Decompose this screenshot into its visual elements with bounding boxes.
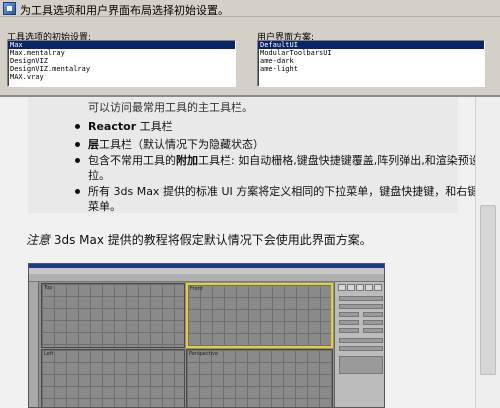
3dsmax-screenshot: Top Front Left Perspective [28,263,385,408]
cmd-tab-hierarchy [356,284,364,291]
clipped-text-line: 可以访问最常用工具的主工具栏。 [88,101,253,114]
bullet-dot-icon [75,123,80,129]
max-side-toolbar [29,282,39,407]
dialog-titlebar: 为工具选项和用户界面布局选择初始设置。 [0,0,500,17]
bullet-standard-ui-cont: 菜单。 [88,200,121,213]
tool-options-option[interactable]: DesignVIZ [8,57,235,65]
note-label: 注意 [26,233,51,247]
tool-options-listbox[interactable]: Max Max.mentalray DesignVIZ DesignVIZ.menta… [7,40,236,87]
max-command-panel [334,282,384,407]
ui-scheme-listbox[interactable]: DefaultUI ModularToolbarsUI ame-dark ame-li… [257,40,485,87]
tool-options-option[interactable]: DesignVIZ.mentalray [8,65,235,73]
cmd-row [339,296,383,301]
scroll-thumb[interactable] [480,205,496,375]
app-icon [3,2,16,15]
screen: 可以访问最常用工具的主工具栏。 Reactor 工具栏 层工具栏（默认情况下为隐… [0,0,500,408]
max-main-toolbar [29,274,384,282]
bullet-dot-icon [75,157,80,163]
viewport-top: Top [41,283,185,348]
bullet-dot-icon [75,141,80,147]
ui-scheme-option[interactable]: ame-dark [258,57,484,65]
cmd-tab-motion [365,284,373,291]
tool-options-option[interactable]: Max.mentalray [8,49,235,57]
note-line: 注意 3ds Max 提供的教程将假定默认情况下会使用此界面方案。 [26,231,372,248]
bullet-standard-ui: 所有 3ds Max 提供的标准 UI 方案将定义相同的下拉菜单，键盘快捷键，和… [75,183,500,199]
tool-options-option[interactable]: MAX.vray [8,73,235,81]
cmd-color-box [339,356,383,374]
ui-scheme-option[interactable]: DefaultUI [258,41,484,49]
document-page: 可以访问最常用工具的主工具栏。 Reactor 工具栏 层工具栏（默认情况下为隐… [0,97,500,408]
cmd-row [339,304,383,309]
cmd-row [363,312,383,317]
ui-scheme-option[interactable]: ame-light [258,65,484,73]
bullet-extras: 包含不常用工具的附加工具栏: 如自动栅格,键盘快捷键覆盖,阵列弹出,和渲染预设下 [75,152,491,168]
viewport-perspective: Perspective [186,349,333,407]
cmd-tab-display [374,284,382,291]
cmd-row [339,328,359,333]
bullet-reactor: Reactor 工具栏 [75,118,173,134]
ui-features-panel: 可以访问最常用工具的主工具栏。 Reactor 工具栏 层工具栏（默认情况下为隐… [28,97,500,213]
initial-settings-dialog: 为工具选项和用户界面布局选择初始设置。 工具选项的初始设置: Max Max.me… [0,0,500,97]
viewport-front: Front [186,283,333,348]
viewport-left: Left [41,349,185,407]
cmd-row [339,312,359,317]
note-text: 3ds Max 提供的教程将假定默认情况下会使用此界面方案。 [50,233,372,247]
bullet-extras-cont: 拉。 [88,169,110,182]
document-scrollbar[interactable] [475,97,500,408]
cmd-tab-modify [347,284,355,291]
dialog-title: 为工具选项和用户界面布局选择初始设置。 [20,4,229,17]
bullet-layer: 层工具栏（默认情况下为隐藏状态） [75,136,264,152]
cmd-row [363,320,383,325]
cmd-row [363,328,383,333]
cmd-tab-create [338,284,346,291]
ui-scheme-option[interactable]: ModularToolbarsUI [258,49,484,57]
cmd-row [339,320,359,325]
cmd-row [339,346,383,351]
cmd-row [339,338,383,343]
tool-options-option[interactable]: Max [8,41,235,49]
bullet-dot-icon [75,188,80,194]
